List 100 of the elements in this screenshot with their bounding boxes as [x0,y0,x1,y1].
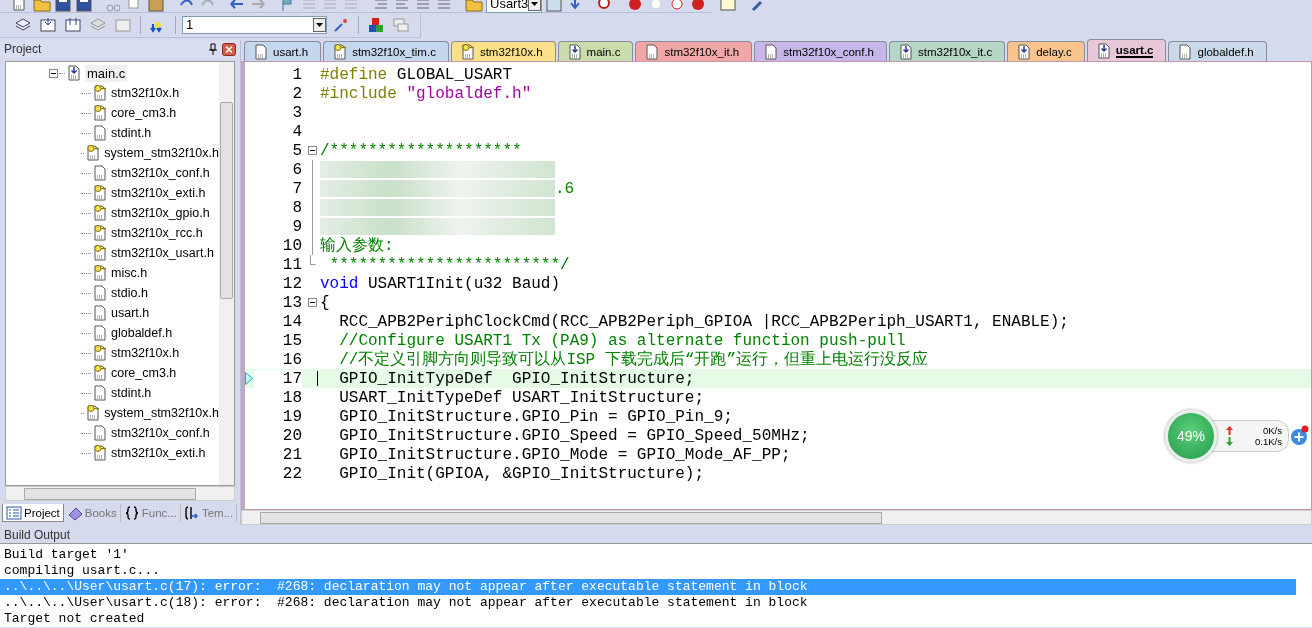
tree-item[interactable]: globaldef.h [111,326,173,340]
document-icon [93,425,107,441]
tree-item[interactable]: stm32f10x_conf.h [111,426,210,440]
document-key-icon [93,225,107,241]
document-arrow-icon [1096,42,1111,59]
document-key-icon [93,345,107,361]
document-key-icon [93,445,107,461]
upload-speed: 0K/s [1263,425,1282,436]
output-line[interactable]: ..\..\..\User\usart.c(18): error: #268: declaration may not appear after executable statement in block [0,595,1296,611]
file-tab[interactable]: globaldef.h [1168,41,1267,61]
tree-item[interactable]: stm32f10x_rcc.h [111,226,203,240]
tree-item[interactable]: core_cm3.h [111,106,177,120]
file-tab[interactable]: stm32f10x_tim.c [323,41,449,61]
down-arrow-icon [1226,437,1233,446]
tree-item[interactable]: stm32f10x_usart.h [111,246,214,260]
paste-icon[interactable] [147,0,165,13]
horizontal-scrollbar[interactable] [241,510,1312,525]
document-icon [93,165,107,181]
fold-end-line [308,255,316,265]
collapse-box-icon[interactable] [307,146,317,155]
code-text: .6 [555,179,575,198]
collapse-box-icon[interactable] [49,68,58,78]
current-line-arrow-icon [245,372,253,385]
code-line: //Configure USART1 Tx (PA9) as alternate function push-pull [338,331,906,350]
code-line: GPIO_InitStructure.GPIO_Pin = GPIO_Pin_9; [338,407,733,426]
code-line: ************************/ [328,255,570,274]
panel-tab[interactable]: Project [2,504,64,522]
tree-item[interactable]: stm32f10x_gpio.h [111,206,210,220]
dropdown-caret-icon[interactable] [313,18,326,32]
rebuild-icon[interactable] [64,16,82,34]
target-combo[interactable]: 1 [182,16,327,34]
plus-icon[interactable] [1289,425,1309,447]
file-tab[interactable]: usart.h [244,41,322,61]
tree-item[interactable]: usart.h [111,306,150,320]
code-line: RCC_APB2PeriphClockCmd(RCC_APB2Periph_GPIOA |RCC_APB2Periph_USART1, ENABLE); [338,312,1069,331]
document-key-icon [93,205,107,221]
book-icon [66,505,83,521]
save-all-icon[interactable] [75,0,93,13]
text-cursor [317,371,318,386]
file-tab[interactable]: usart.c [1086,39,1167,61]
output-line[interactable]: Build target '1' [0,547,1296,563]
horizontal-scrollbar[interactable] [5,486,235,501]
stacked-windows-icon[interactable] [392,16,410,34]
tree-item[interactable]: stm32f10x.h [111,86,180,100]
window-icon[interactable] [719,0,738,13]
colored-blocks-icon[interactable] [367,16,385,34]
tree-item[interactable]: misc.h [111,266,148,280]
build-icon[interactable] [39,16,57,34]
close-icon[interactable] [222,42,236,56]
document-icon [93,285,107,301]
file-tab[interactable]: main.c [557,41,634,61]
tree-item[interactable]: stm32f10x.h [111,346,180,360]
document-key-icon [93,365,107,381]
document-key-icon [93,185,107,201]
wand-icon[interactable] [332,16,350,34]
dropdown-caret-icon[interactable] [528,0,542,11]
panel-title: Build Output [4,528,71,542]
code-line: GPIO_InitStructure.GPIO_Mode = GPIO_Mode_AF_PP; [338,445,791,464]
document-icon [93,125,107,141]
tree-item[interactable]: stdio.h [111,286,148,300]
open-folder-icon[interactable] [465,0,483,13]
output-line[interactable]: compiling usart.c... [0,563,1296,579]
document-key-icon [93,85,107,101]
document-key-icon [93,105,107,121]
code-line: #include "globaldef.h" [320,84,532,103]
stop-build-icon[interactable] [114,16,132,34]
output-line[interactable]: Target not created [0,611,1296,627]
pin-icon[interactable] [208,43,218,55]
document-icon [93,325,107,341]
document-key-icon [93,265,107,281]
tree-item[interactable]: system_stm32f10x.h [104,146,219,160]
code-line: GPIO_Init(GPIOA, &GPIO_InitStructure); [338,464,705,483]
code-line: 输入参数: [320,236,394,256]
tree-item[interactable]: stdint.h [111,126,152,140]
code-line: /******************** [320,141,522,160]
tree-item[interactable]: stm32f10x_conf.h [111,166,210,180]
tree-item[interactable]: stm32f10x_exti.h [111,186,206,200]
code-line: USART_InitTypeDef USART_InitStructure; [338,388,705,407]
file-tab[interactable]: stm32f10x_it.c [889,41,1006,61]
tree-item[interactable]: stdint.h [111,386,152,400]
tree-item[interactable]: core_cm3.h [111,366,177,380]
file-tab[interactable]: stm32f10x.h [450,41,556,61]
braces-icon [123,505,140,521]
tree-item[interactable]: stm32f10x_exti.h [111,446,206,460]
file-tab[interactable]: stm32f10x_it.h [635,41,753,61]
document-icon [93,385,107,401]
up-arrow-icon [1226,426,1233,435]
save-icon[interactable] [54,0,72,13]
file-tab[interactable]: stm32f10x_conf.h [754,41,887,61]
code-line: GPIO_InitTypeDef GPIO_InitStructure; [338,369,695,388]
code-line: #define GLOBAL_USART [320,65,513,84]
tree-item[interactable]: system_stm32f10x.h [104,406,219,420]
document-key-icon [93,245,107,261]
collapse-box-icon[interactable] [307,298,317,307]
download-speed: 0.1K/s [1255,436,1282,447]
file-tab[interactable]: delay.c [1007,41,1085,61]
template-arrow-icon [183,505,200,521]
vertical-scrollbar[interactable] [219,62,234,485]
code-line: { [320,293,330,312]
tree-item[interactable]: main.c [85,64,128,82]
